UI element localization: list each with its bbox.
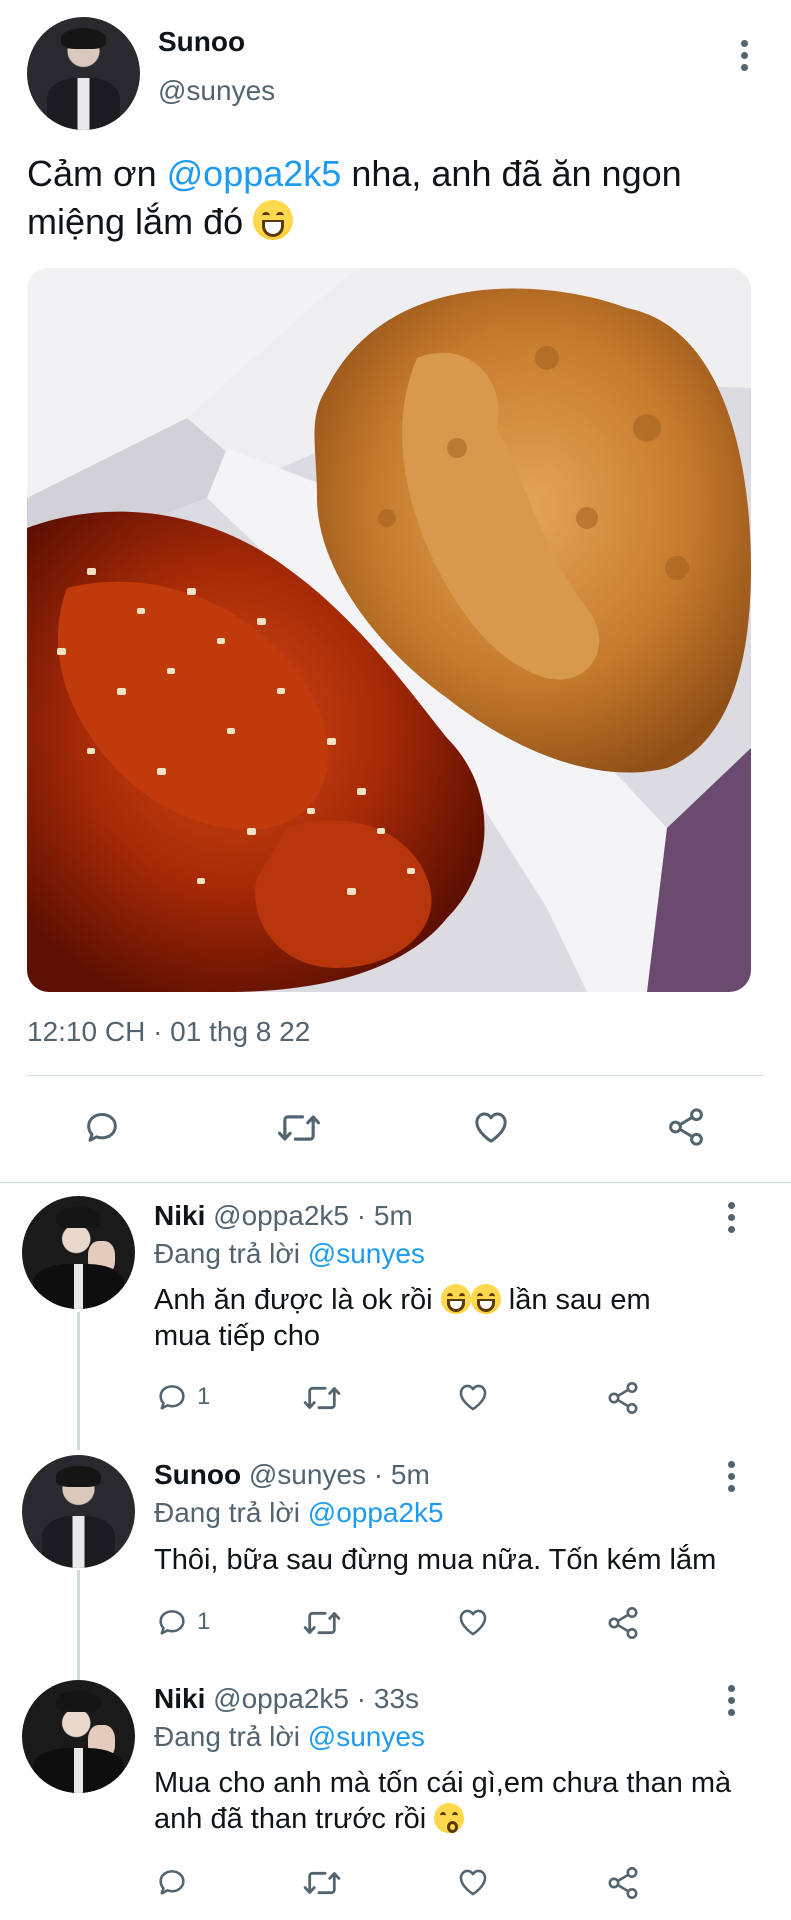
avatar-hair <box>55 1207 102 1228</box>
share-button[interactable] <box>605 1380 641 1416</box>
retweet-icon <box>277 1115 321 1141</box>
replying-to-mention[interactable]: @sunyes <box>308 1238 425 1269</box>
reply-time: · 5m <box>366 1459 430 1490</box>
reply-author-handle[interactable]: @oppa2k5 <box>213 1683 349 1714</box>
reply-button[interactable] <box>155 1865 189 1899</box>
replying-to-label: Đang trả lời <box>154 1497 308 1528</box>
share-icon <box>608 1382 638 1414</box>
retweet-icon <box>303 1611 341 1635</box>
reply-author-handle[interactable]: @oppa2k5 <box>213 1200 349 1231</box>
share-icon <box>608 1867 638 1899</box>
replying-to: Đang trả lời @oppa2k5 <box>154 1497 444 1529</box>
avatar-hair <box>55 1691 102 1712</box>
reply-author-name[interactable]: Niki <box>154 1683 205 1714</box>
reply-author-name[interactable]: Niki <box>154 1200 205 1231</box>
divider <box>0 1182 791 1183</box>
reply-avatar[interactable] <box>22 1455 135 1568</box>
share-icon <box>608 1607 638 1639</box>
reply-time: · 5m <box>349 1200 413 1231</box>
author-avatar[interactable] <box>27 17 140 130</box>
reply-button[interactable]: 1 <box>155 1380 210 1414</box>
like-button[interactable] <box>455 1380 491 1414</box>
retweet-icon <box>303 1871 341 1895</box>
tweet-text: Cảm ơn @oppa2k5 nha, anh đã ăn ngon miện… <box>27 150 767 246</box>
avatar-hair <box>55 1466 102 1487</box>
reply-avatar[interactable] <box>22 1680 135 1793</box>
reply-text: Thôi, bữa sau đừng mua nữa. Tốn kém lắm <box>154 1544 717 1576</box>
grinning-emoji-icon <box>440 1284 471 1314</box>
divider <box>27 1075 764 1076</box>
replying-to-mention[interactable]: @oppa2k5 <box>308 1497 444 1528</box>
reply-text: Anh ăn được là ok rồi lần sau em mua tiế… <box>154 1282 714 1354</box>
reply-header: Niki @oppa2k5 · 33s <box>154 1683 419 1715</box>
like-icon <box>459 1869 487 1896</box>
author-name[interactable]: Sunoo <box>158 26 245 58</box>
reply-avatar[interactable] <box>22 1196 135 1309</box>
mention-link[interactable]: @oppa2k5 <box>167 153 342 194</box>
like-icon <box>475 1112 507 1143</box>
thread-connector <box>77 1570 80 1680</box>
reply-author-handle[interactable]: @sunyes <box>249 1459 366 1490</box>
retweet-button[interactable] <box>302 1381 342 1415</box>
retweet-button[interactable] <box>302 1866 342 1900</box>
avatar-hair <box>60 28 107 49</box>
grinning-face-emoji-icon <box>253 200 294 240</box>
more-options-icon[interactable] <box>741 40 749 76</box>
reply-time: · 33s <box>349 1683 420 1714</box>
tweet-timestamp[interactable]: 12:10 CH · 01 thg 8 22 <box>27 1016 310 1048</box>
reply-text-start: Anh ăn được là ok rồi <box>154 1284 441 1316</box>
replying-to-mention[interactable]: @sunyes <box>308 1721 425 1752</box>
reply-count: 1 <box>197 1608 211 1635</box>
reply-button[interactable] <box>82 1107 122 1147</box>
retweet-button[interactable] <box>302 1606 342 1640</box>
avatar-coat <box>33 1747 124 1793</box>
reply-icon <box>159 1385 185 1410</box>
reply-text: Mua cho anh mà tốn cái gì,em chưa than m… <box>154 1765 744 1837</box>
reply-button[interactable]: 1 <box>155 1605 210 1639</box>
reply-header: Niki @oppa2k5 · 5m <box>154 1200 413 1232</box>
reply-count: 1 <box>197 1383 211 1410</box>
reply-icon <box>159 1870 185 1895</box>
more-options-icon[interactable] <box>728 1202 736 1238</box>
reply-icon <box>87 1113 117 1142</box>
replying-to: Đang trả lời @sunyes <box>154 1238 425 1270</box>
reply-icon <box>159 1610 185 1635</box>
retweet-button[interactable] <box>276 1108 322 1148</box>
avatar-suit <box>47 78 120 130</box>
kissing-face-emoji-icon <box>434 1803 465 1833</box>
share-icon <box>669 1108 703 1146</box>
like-button[interactable] <box>455 1605 491 1639</box>
fried-chicken-photo <box>27 268 751 992</box>
share-button[interactable] <box>605 1865 641 1901</box>
like-icon <box>459 1384 487 1411</box>
thread-connector <box>77 1312 80 1450</box>
more-options-icon[interactable] <box>728 1685 736 1721</box>
avatar-suit <box>42 1516 115 1568</box>
share-button[interactable] <box>605 1605 641 1641</box>
reply-header: Sunoo @sunyes · 5m <box>154 1459 430 1491</box>
replying-to: Đang trả lời @sunyes <box>154 1721 425 1753</box>
retweet-icon <box>303 1386 341 1410</box>
like-button[interactable] <box>470 1107 512 1147</box>
author-handle[interactable]: @sunyes <box>158 75 275 107</box>
avatar-coat <box>33 1263 124 1309</box>
more-options-icon[interactable] <box>728 1461 736 1497</box>
like-button[interactable] <box>455 1865 491 1899</box>
like-icon <box>459 1609 487 1636</box>
grinning-emoji-icon <box>470 1284 501 1314</box>
tweet-text-start: Cảm ơn <box>27 153 167 194</box>
replying-to-label: Đang trả lời <box>154 1238 308 1269</box>
replying-to-label: Đang trả lời <box>154 1721 308 1752</box>
share-button[interactable] <box>665 1106 707 1148</box>
reply-author-name[interactable]: Sunoo <box>154 1459 241 1490</box>
tweet-image[interactable] <box>27 268 751 992</box>
